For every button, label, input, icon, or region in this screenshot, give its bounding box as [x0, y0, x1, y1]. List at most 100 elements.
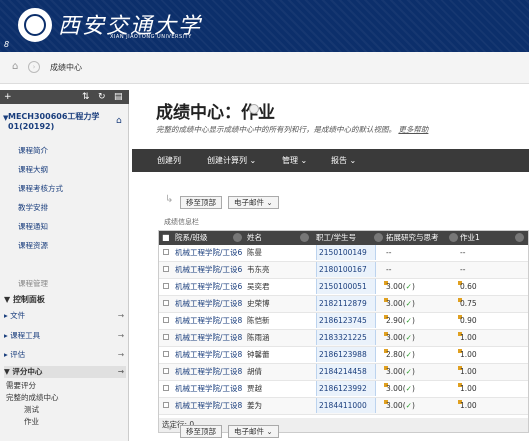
- cell-name: 胡倩: [247, 367, 262, 376]
- cell-extended-study[interactable]: --: [386, 248, 391, 258]
- reports-menu[interactable]: 报告 ⌄: [331, 155, 356, 166]
- sidebar-link-tests[interactable]: 测试: [24, 404, 39, 415]
- table-row[interactable]: 机械工程学院/工设6 韦东亮 2180100167 -- --: [159, 262, 528, 279]
- column-options-icon[interactable]: [300, 233, 309, 242]
- column-options-icon[interactable]: [515, 233, 524, 242]
- arrow-right-icon: →: [117, 331, 124, 340]
- table-row[interactable]: 机械工程学院/工设6 吴奕君 2150100051 3.00(✓) 0.60: [159, 279, 528, 296]
- row-checkbox[interactable]: [163, 266, 169, 272]
- title-options-icon[interactable]: [249, 104, 259, 114]
- sidebar-link-needs-grading[interactable]: 需要评分: [6, 380, 36, 391]
- cell-extended-study[interactable]: 2.90(✓): [386, 316, 415, 326]
- column-options-icon[interactable]: [374, 233, 383, 242]
- sidebar-link-syllabus[interactable]: 课程大纲: [18, 165, 48, 175]
- sidebar-link-schedule[interactable]: 教学安排: [18, 203, 48, 213]
- row-checkbox[interactable]: [163, 249, 169, 255]
- column-options-icon[interactable]: [233, 233, 242, 242]
- move-to-top-button[interactable]: 移至顶部: [180, 425, 222, 438]
- move-to-top-button[interactable]: 移至顶部: [180, 196, 222, 209]
- cell-extended-study[interactable]: 3.00(✓): [386, 299, 415, 309]
- table-row[interactable]: 机械工程学院/工设6 陈曼 2150100149 -- --: [159, 245, 528, 262]
- table-row[interactable]: 机械工程学院/工设8 陈雨涵 2183321225 3.00(✓) 1.00: [159, 330, 528, 347]
- more-help-link[interactable]: 更多帮助: [398, 125, 428, 134]
- cell-assignment1[interactable]: 1.00: [460, 367, 477, 377]
- column-header-name[interactable]: 姓名: [247, 233, 262, 243]
- course-title[interactable]: MECH300606工程力学01(20192): [8, 112, 108, 132]
- cell-student-id[interactable]: 2182112879: [316, 296, 376, 311]
- create-calculated-column-menu[interactable]: 创建计算列 ⌄: [207, 155, 256, 166]
- sidebar-link-full-grade-center[interactable]: 完整的成绩中心: [6, 392, 59, 403]
- cell-assignment1[interactable]: 1.00: [460, 401, 477, 411]
- table-row[interactable]: 机械工程学院/工设8 史荣博 2182112879 3.00(✓) 0.75: [159, 296, 528, 313]
- table-row[interactable]: 机械工程学院/工设8 胡倩 2184214458 3.00(✓) 1.00: [159, 364, 528, 381]
- column-header-assignment1[interactable]: 作业1: [460, 233, 480, 243]
- cell-dept: 机械工程学院/工设8: [175, 401, 243, 410]
- cell-student-id[interactable]: 2150100149: [316, 245, 376, 260]
- sidebar-link-announcements[interactable]: 课程通知: [18, 222, 48, 232]
- cell-student-id[interactable]: 2186123988: [316, 347, 376, 362]
- column-options-icon[interactable]: [449, 233, 458, 242]
- row-checkbox[interactable]: [163, 317, 169, 323]
- sidebar-item-evaluation[interactable]: ▸ 评估 →: [4, 349, 126, 361]
- cell-assignment1[interactable]: 0.90: [460, 316, 477, 326]
- row-checkbox[interactable]: [163, 351, 169, 357]
- cell-assignment1[interactable]: --: [460, 265, 465, 275]
- cell-extended-study[interactable]: 3.00(✓): [386, 401, 415, 411]
- cell-assignment1[interactable]: --: [460, 248, 465, 258]
- sidebar-link-intro[interactable]: 课程简介: [18, 146, 48, 156]
- sidebar-link-resources[interactable]: 课程资源: [18, 241, 48, 251]
- table-row[interactable]: 机械工程学院/工设8 陈恺新 2186123745 2.90(✓) 0.90: [159, 313, 528, 330]
- sidebar-item-grade-center[interactable]: ▼ 评分中心 →: [4, 366, 126, 378]
- cell-student-id[interactable]: 2180100167: [316, 262, 376, 277]
- display-options-icon[interactable]: ▤: [114, 91, 123, 103]
- cell-extended-study[interactable]: 2.80(✓): [386, 350, 415, 360]
- sidebar-item-course-tools[interactable]: ▸ 课程工具 →: [4, 330, 126, 342]
- cell-extended-study[interactable]: 3.00(✓): [386, 367, 415, 377]
- reorder-icon[interactable]: ⇅: [82, 91, 90, 103]
- cell-student-id[interactable]: 2186123745: [316, 313, 376, 328]
- column-header-extended-study[interactable]: 拓展研究与思考: [386, 233, 439, 243]
- add-menu-item-icon[interactable]: +: [4, 91, 12, 103]
- return-arrow-icon: ↳: [165, 194, 174, 205]
- row-checkbox[interactable]: [163, 300, 169, 306]
- manage-menu[interactable]: 管理 ⌄: [282, 155, 307, 166]
- cell-extended-study[interactable]: --: [386, 265, 391, 275]
- select-all-checkbox[interactable]: ■: [162, 233, 170, 243]
- row-checkbox[interactable]: [163, 283, 169, 289]
- cell-extended-study[interactable]: 3.00(✓): [386, 333, 415, 343]
- cell-assignment1[interactable]: 1.00: [460, 384, 477, 394]
- create-column-button[interactable]: 创建列: [157, 155, 181, 166]
- grade-grid: ■ 院系/班级 姓名 职工/学生号 拓展研究与思考 作业1 机械工程学院/工设6…: [158, 230, 529, 433]
- column-header-dept[interactable]: 院系/班级: [175, 233, 208, 243]
- home-icon[interactable]: ⌂: [12, 62, 22, 72]
- cell-student-id[interactable]: 2184214458: [316, 364, 376, 379]
- sidebar-link-assessment[interactable]: 课程考核方式: [18, 184, 63, 194]
- cell-student-id[interactable]: 2184411000: [316, 398, 376, 413]
- column-header-id[interactable]: 职工/学生号: [316, 233, 356, 243]
- cell-extended-study[interactable]: 3.00(✓): [386, 282, 415, 292]
- cell-assignment1[interactable]: 1.00: [460, 333, 477, 343]
- row-checkbox[interactable]: [163, 402, 169, 408]
- sidebar-link-assignments[interactable]: 作业: [24, 416, 39, 427]
- cell-assignment1[interactable]: 0.60: [460, 282, 477, 292]
- control-panel-header[interactable]: ▼ 控制面板: [4, 294, 45, 305]
- cell-student-id[interactable]: 2150100051: [316, 279, 376, 294]
- cell-extended-study[interactable]: 3.00(✓): [386, 384, 415, 394]
- refresh-icon[interactable]: ↻: [98, 91, 106, 103]
- university-seal-logo[interactable]: [18, 8, 52, 42]
- email-menu-button[interactable]: 电子邮件 ⌄: [228, 425, 279, 438]
- email-menu-button[interactable]: 电子邮件 ⌄: [228, 196, 279, 209]
- table-row[interactable]: 机械工程学院/工设8 贾越 2186123992 3.00(✓) 1.00: [159, 381, 528, 398]
- cell-student-id[interactable]: 2183321225: [316, 330, 376, 345]
- row-checkbox[interactable]: [163, 385, 169, 391]
- cell-assignment1[interactable]: 0.75: [460, 299, 477, 309]
- cell-assignment1[interactable]: 1.00: [460, 350, 477, 360]
- row-checkbox[interactable]: [163, 368, 169, 374]
- cell-student-id[interactable]: 2186123992: [316, 381, 376, 396]
- sidebar-item-files[interactable]: ▸ 文件 →: [4, 310, 126, 322]
- breadcrumb-separator-icon: ›: [28, 61, 40, 73]
- row-checkbox[interactable]: [163, 334, 169, 340]
- table-row[interactable]: 机械工程学院/工设8 姜为 2184411000 3.00(✓) 1.00: [159, 398, 528, 415]
- course-home-icon[interactable]: ⌂: [116, 116, 122, 126]
- table-row[interactable]: 机械工程学院/工设8 钟馨蕾 2186123988 2.80(✓) 1.00: [159, 347, 528, 364]
